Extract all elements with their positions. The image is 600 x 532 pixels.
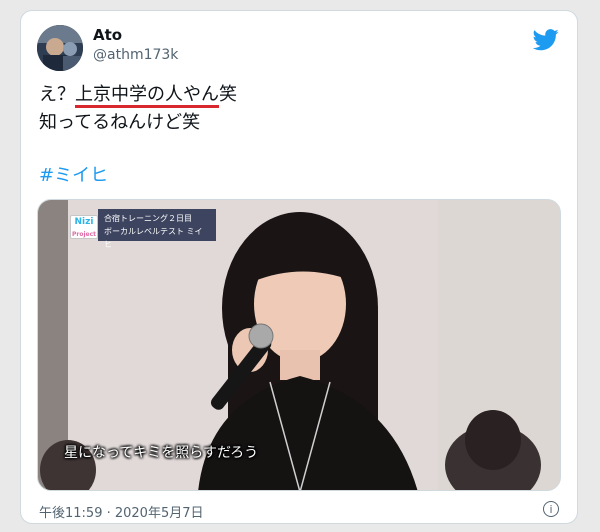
tweet-underlined-text: 上京中学の人やん [75,84,219,105]
tweet-media[interactable]: Nizi Project 合宿トレーニング２日目 ボーカルレベルテスト ミイヒ … [37,199,561,491]
tweet-timestamp[interactable]: 午後11:59 · 2020年5月7日 [39,502,204,521]
tweet-line-1-suffix: 笑 [219,84,237,105]
caption-line-2: ボーカルレベルテスト ミイヒ [104,227,203,249]
avatar-image [37,25,83,71]
show-logo-badge: Nizi Project [70,215,98,239]
tweet-text: え？上京中学の人やん笑 知ってるねんけど笑 [39,81,237,137]
media-subtitle: 星になってキミを照らすだろう [64,445,259,461]
user-handle[interactable]: @athm173k [93,47,178,63]
badge-subtext: Project [71,231,97,238]
tweet-card: Ato @athm173k え？上京中学の人やん笑 知ってるねんけど笑 #ミイヒ [20,10,578,524]
hashtag-link[interactable]: #ミイヒ [39,161,108,187]
tweet-line-1-prefix: え？ [39,84,75,105]
tweet-line-1: え？上京中学の人やん笑 [39,81,237,109]
media-caption-box: 合宿トレーニング２日目 ボーカルレベルテスト ミイヒ [98,209,216,249]
avatar[interactable] [37,25,83,71]
twitter-bird-icon[interactable] [533,29,559,51]
info-icon[interactable]: i [543,501,559,517]
user-name[interactable]: Ato [93,26,122,44]
caption-line-1: 合宿トレーニング２日目 [104,214,192,223]
badge-text: Nizi [74,217,94,227]
tweet-line-2: 知ってるねんけど笑 [39,112,201,133]
